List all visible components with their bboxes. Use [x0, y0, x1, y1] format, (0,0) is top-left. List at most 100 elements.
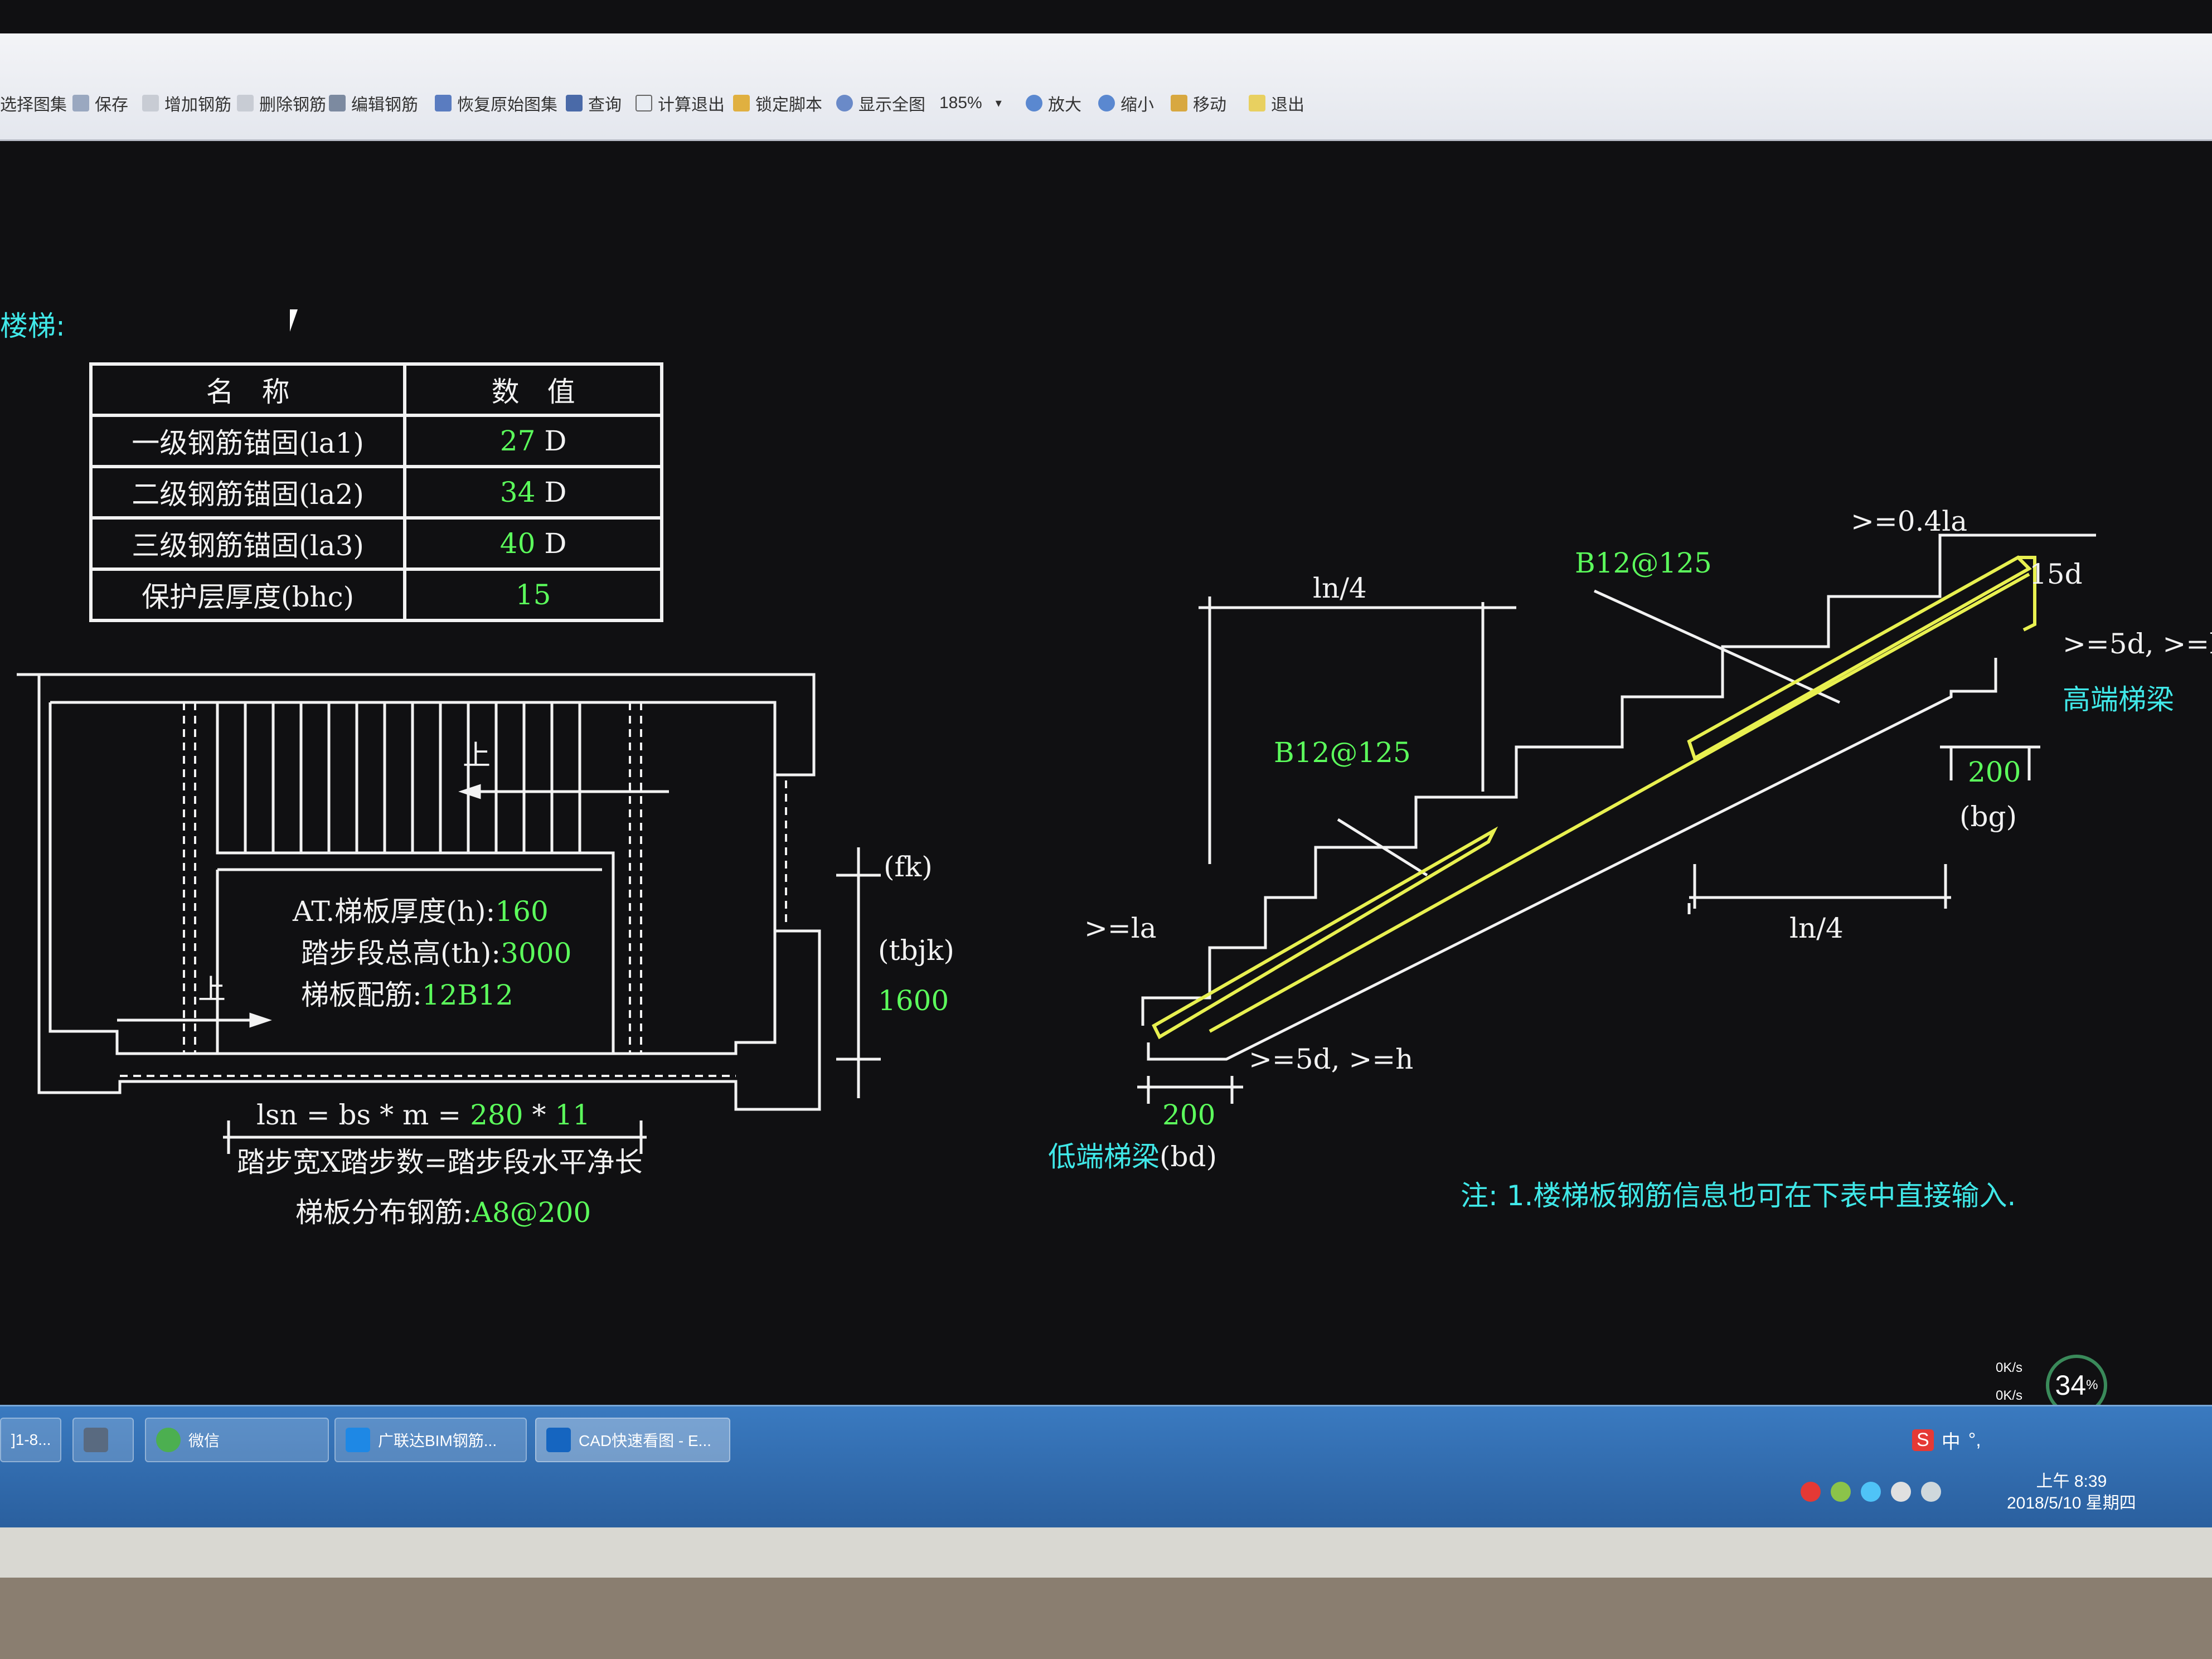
ime-punct: °, [1968, 1429, 1981, 1451]
row-value-cell[interactable]: 27 D [403, 414, 663, 468]
edit-icon [329, 95, 346, 111]
taskbar-item-explorer[interactable] [72, 1418, 134, 1462]
net-down: 0K/s [1996, 1388, 2023, 1403]
row-value: 27 [499, 425, 536, 457]
delete-icon [237, 95, 254, 111]
toolbar: 选择图集 保存 增加钢筋 删除钢筋 编辑钢筋 恢复原始图集 查询 计算退出 锁定… [0, 33, 2212, 141]
sogou-tray-icon[interactable] [1801, 1482, 1821, 1502]
ln4-bottom-label: ln/4 [1789, 912, 1844, 944]
stair-heading: 楼梯: [0, 310, 65, 342]
distribution-rebar[interactable]: 梯板分布钢筋:A8@200 [295, 1199, 591, 1226]
row-value-cell[interactable]: 15 [403, 567, 663, 622]
taskbar-item-cad-viewer[interactable]: CAD快速看图 - E... [535, 1418, 730, 1462]
zoom-out-icon [1098, 95, 1115, 111]
lock-script-button[interactable]: 锁定脚本 [733, 86, 822, 120]
column-header-value: 数 值 [403, 362, 663, 417]
table-row: 一级钢筋锚固(la1) 27 D [89, 414, 663, 468]
delete-rebar-button[interactable]: 删除钢筋 [237, 86, 326, 120]
column-header-name: 名 称 [89, 362, 407, 417]
taskbar-item-file[interactable]: ]1-8... [0, 1418, 61, 1462]
row-value: 15 [515, 579, 551, 611]
fk-label: (fk) [884, 851, 933, 883]
table-row: 三级钢筋锚固(la3) 40 D [89, 516, 663, 571]
screen: 选择图集 保存 增加钢筋 删除钢筋 编辑钢筋 恢复原始图集 查询 计算退出 锁定… [0, 0, 2212, 1527]
network-icon[interactable] [1921, 1482, 1941, 1502]
row-unit: D [544, 476, 567, 508]
tbjk-label: (tbjk) [878, 934, 954, 967]
bg-label: (bg) [1959, 801, 2017, 833]
move-button[interactable]: 移动 [1171, 86, 1226, 120]
clock-time: 上午 8:39 [2036, 1472, 2107, 1491]
chevron-down-icon: ▾ [995, 96, 1002, 110]
save-button[interactable]: 保存 [72, 86, 128, 120]
exit-button[interactable]: 退出 [1249, 86, 1304, 120]
query-button[interactable]: 查询 [566, 86, 622, 120]
window-icon [84, 1428, 108, 1452]
zoom-extents-icon [836, 95, 853, 111]
row-value: 34 [499, 476, 536, 508]
row-name: 三级钢筋锚固(la3) [89, 516, 407, 571]
select-atlas-button[interactable]: 选择图集 [0, 86, 67, 120]
add-icon [142, 95, 159, 111]
mid-rebar-label[interactable]: B12@125 [1274, 739, 1411, 767]
slab-thickness[interactable]: AT.梯板厚度(h):160 [293, 898, 549, 925]
fx-icon [636, 95, 652, 111]
query-icon [566, 95, 583, 111]
row-name: 二级钢筋锚固(la2) [89, 465, 407, 520]
show-all-button[interactable]: 显示全图 [836, 86, 925, 120]
taskbar-item-glodon[interactable]: 广联达BIM钢筋... [334, 1418, 527, 1462]
low-beam-label: 低端梯梁(bd) [1048, 1141, 1217, 1173]
taskbar-item-wechat[interactable]: 微信 [145, 1418, 329, 1462]
row-unit: D [544, 527, 567, 560]
low-beam-width[interactable]: 200 [1162, 1101, 1215, 1129]
net-up: 0K/s [1996, 1360, 2023, 1375]
lock-icon [733, 95, 750, 111]
parameter-table: 名 称 数 值 一级钢筋锚固(la1) 27 D 二级钢筋锚固(la2) 34 … [89, 362, 663, 622]
la-label: >=la [1084, 912, 1157, 944]
table-row: 保护层厚度(bhc) 15 [89, 567, 663, 622]
add-rebar-button[interactable]: 增加钢筋 [142, 86, 231, 120]
zoom-out-button[interactable]: 缩小 [1098, 86, 1154, 120]
high-beam-label: 高端梯梁 [2063, 683, 2174, 716]
row-unit: D [544, 425, 567, 457]
lsn-formula[interactable]: lsn = bs * m = 280 * 11 [256, 1101, 590, 1129]
flight-height[interactable]: 踏步段总高(th):3000 [301, 939, 571, 967]
flight-length-formula: 踏步宽X踏步数=踏步段水平净长 [237, 1146, 643, 1178]
high-beam-width[interactable]: 200 [1968, 758, 2021, 786]
slab-rebar[interactable]: 梯板配筋:12B12 [301, 981, 513, 1009]
row-value-cell[interactable]: 40 D [403, 516, 663, 571]
system-tray [1801, 1482, 1941, 1502]
zoom-level-select[interactable]: 185% ▾ [939, 86, 1002, 120]
table-row: 二级钢筋锚固(la2) 34 D [89, 465, 663, 520]
row-name: 保护层厚度(bhc) [89, 567, 407, 622]
restore-icon [435, 95, 452, 111]
top-rebar-label[interactable]: B12@125 [1575, 549, 1712, 577]
calc-exit-button[interactable]: 计算退出 [636, 86, 725, 120]
glodon-icon [346, 1428, 370, 1452]
clock-date: 2018/5/10 星期四 [2007, 1494, 2136, 1512]
note-text: 注: 1.楼梯板钢筋信息也可在下表中直接输入. [1461, 1180, 2016, 1212]
row-name: 一级钢筋锚固(la1) [89, 414, 407, 468]
save-icon [72, 95, 89, 111]
restore-atlas-button[interactable]: 恢复原始图集 [435, 86, 557, 120]
volume-icon[interactable] [1891, 1482, 1911, 1502]
ime-bar[interactable]: S 中 °, [1912, 1426, 1981, 1454]
sogou-icon: S [1912, 1429, 1934, 1451]
row-value: 40 [499, 527, 536, 560]
desk-background [0, 1578, 2212, 1659]
row-value-cell[interactable]: 34 D [403, 465, 663, 520]
edit-rebar-button[interactable]: 编辑钢筋 [329, 86, 418, 120]
clock[interactable]: 上午 8:39 2018/5/10 星期四 [2007, 1471, 2136, 1514]
security-tray-icon[interactable] [1861, 1482, 1881, 1502]
hook-15d-label: 15d [2029, 558, 2083, 590]
up-arrow-label-bottom: 上 [198, 973, 226, 1006]
zoom-in-icon [1026, 95, 1042, 111]
right-anchor-label: >=5d, >=h [2063, 628, 2212, 660]
ln4-top-label: ln/4 [1313, 572, 1367, 604]
wechat-tray-icon[interactable] [1831, 1482, 1851, 1502]
cad-canvas[interactable]: 楼梯: 名 称 数 值 一级钢筋锚固(la1) 27 D 二级钢筋锚固(la2)… [0, 139, 2212, 1416]
tbjk-value[interactable]: 1600 [878, 987, 949, 1015]
hand-icon [1171, 95, 1187, 111]
zoom-in-button[interactable]: 放大 [1026, 86, 1081, 120]
up-arrow-label-top: 上 [463, 739, 491, 772]
